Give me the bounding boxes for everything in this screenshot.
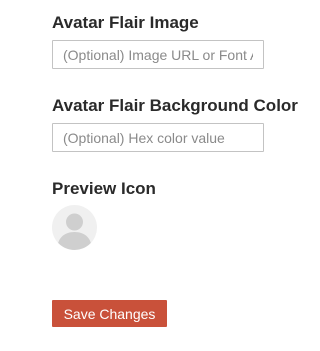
flair-image-label: Avatar Flair Image <box>52 13 199 32</box>
flair-background-label: Avatar Flair Background Color <box>52 96 298 115</box>
preview-avatar <box>52 205 97 250</box>
flair-image-input[interactable] <box>52 40 264 69</box>
preview-icon-label: Preview Icon <box>52 179 156 198</box>
flair-background-input[interactable] <box>52 123 264 152</box>
save-changes-button[interactable]: Save Changes <box>52 300 167 327</box>
default-user-avatar-icon <box>57 213 92 250</box>
